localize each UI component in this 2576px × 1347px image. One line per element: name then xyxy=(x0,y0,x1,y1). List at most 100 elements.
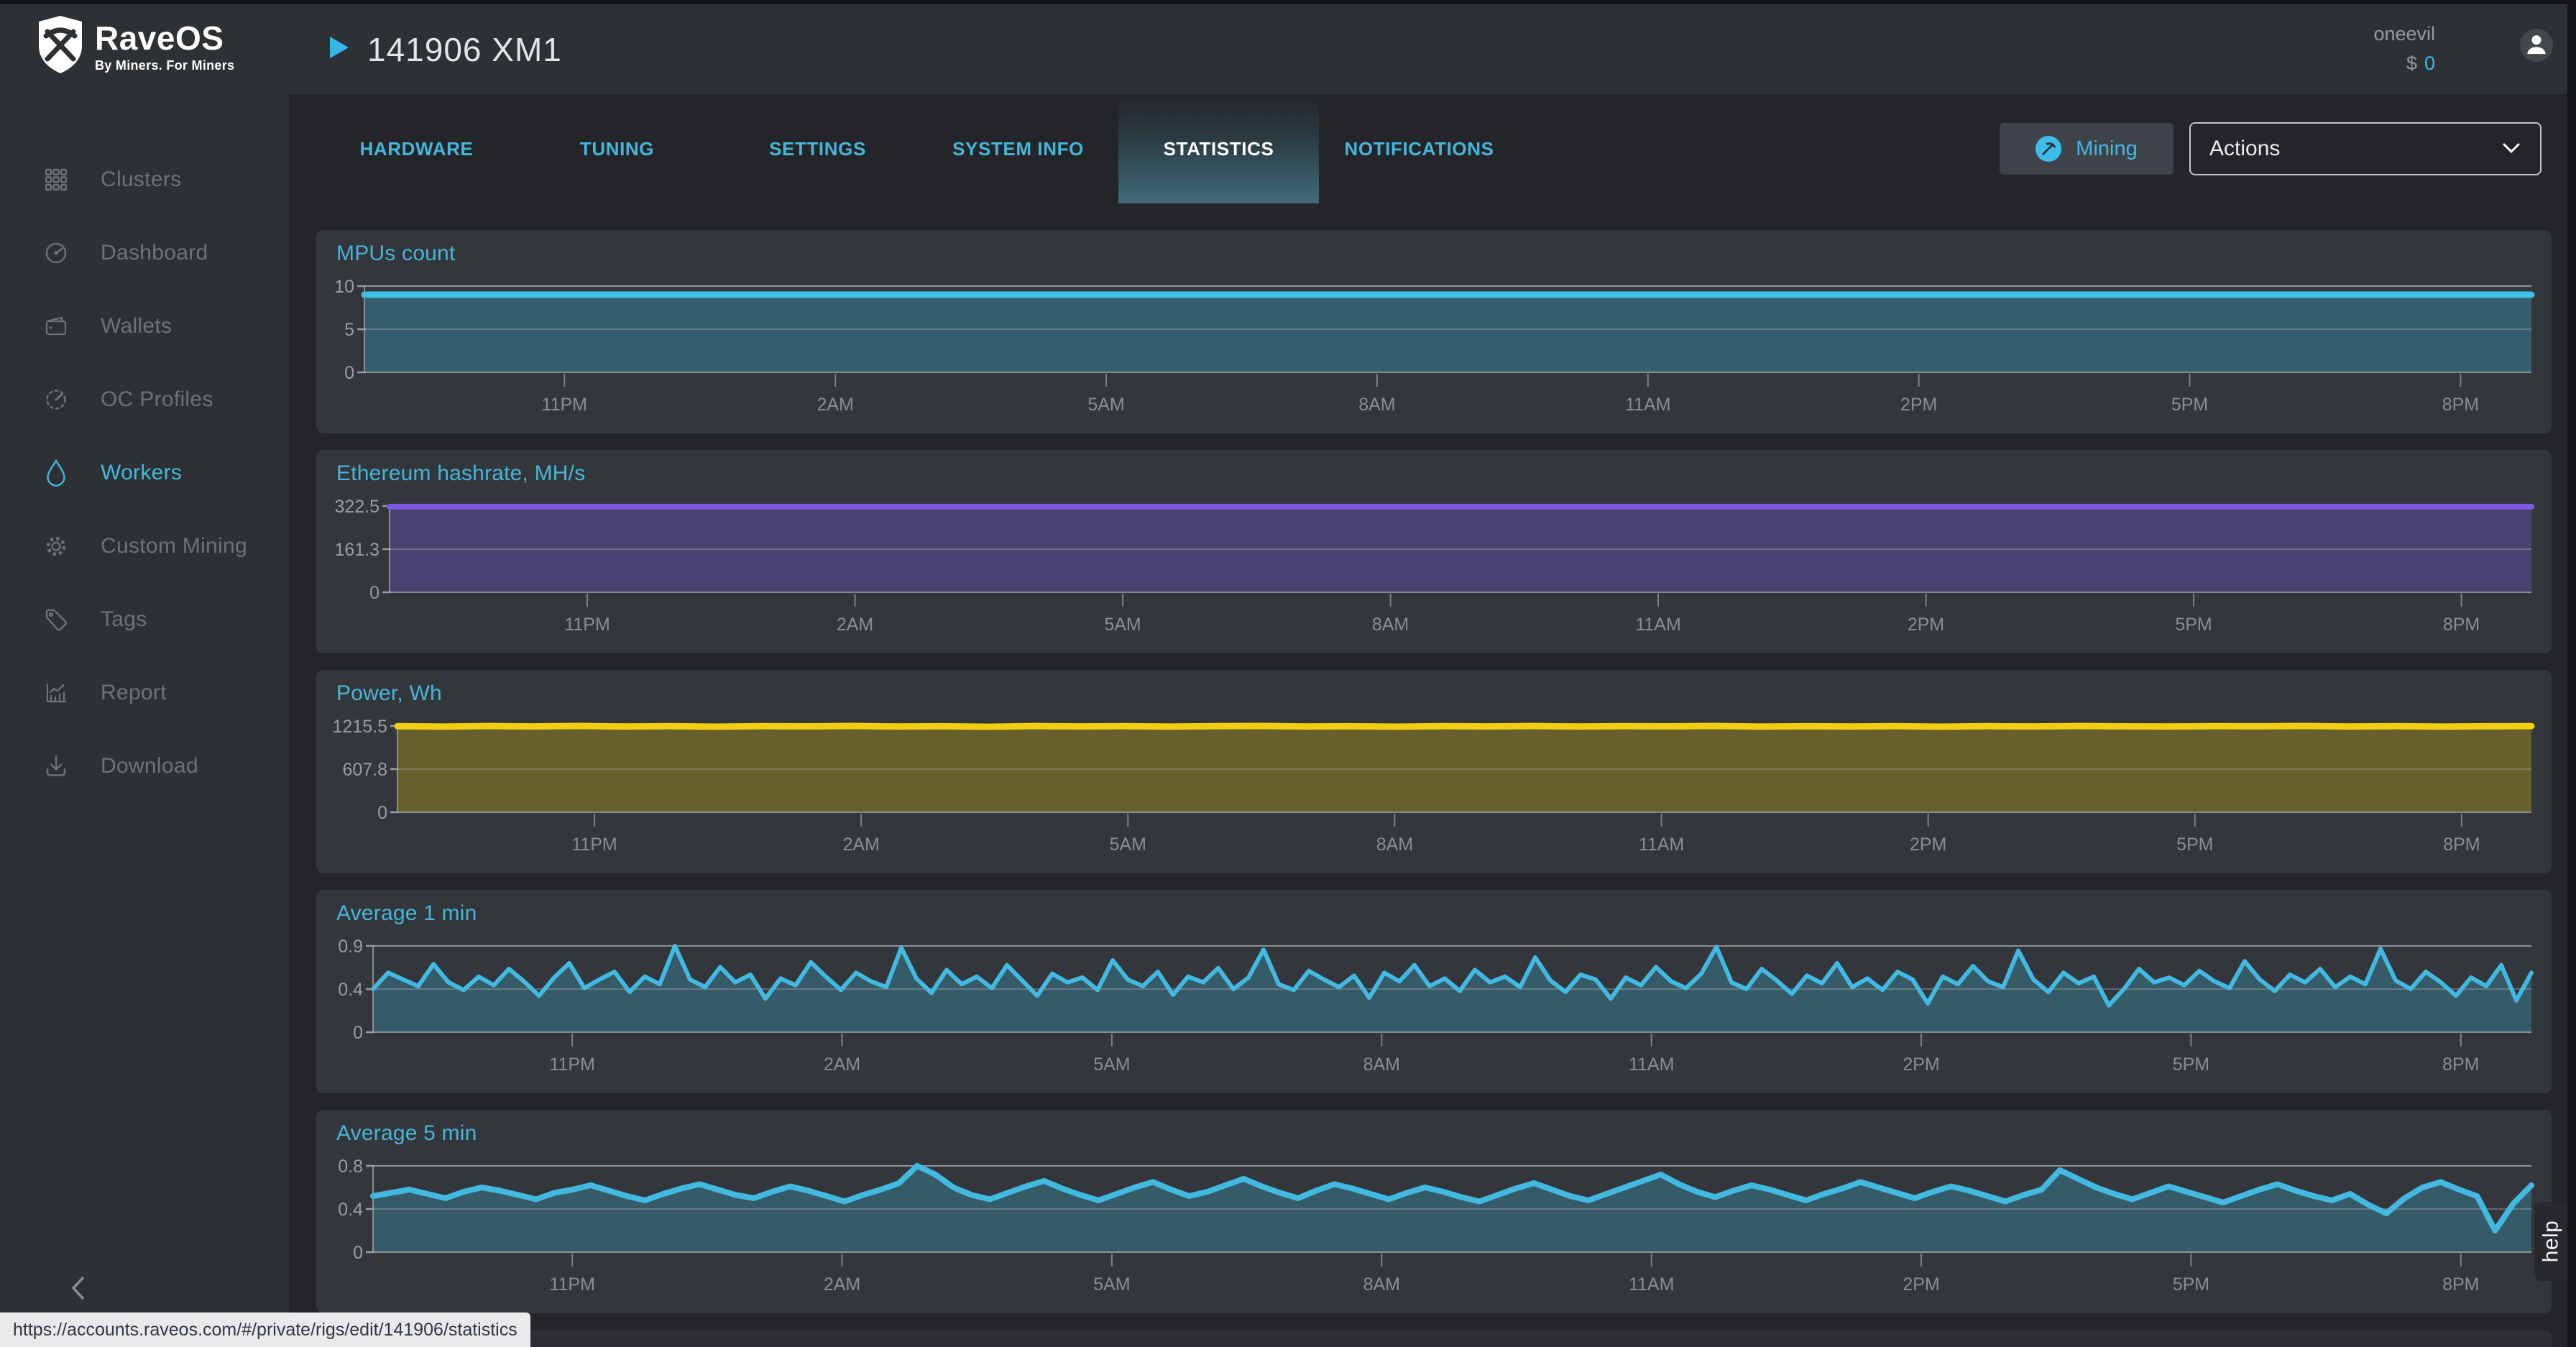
tab-bar: HARDWARE TUNING SETTINGS SYSTEM INFO STATIST… xyxy=(289,94,2567,203)
chart-plot-power-wh: 1215.5 607.8 0 11PM 2AM 5AM 8AM 11AM 2PM 5PM 8PM xyxy=(333,717,2535,855)
sidebar-item-label: Download xyxy=(101,754,198,778)
svg-text:5AM: 5AM xyxy=(1087,395,1124,415)
chart-title: Power, Wh xyxy=(336,681,442,705)
sidebar-item-workers[interactable]: Workers xyxy=(0,436,289,510)
svg-text:2AM: 2AM xyxy=(842,835,879,855)
raveos-app: RaveOS By Miners. For Miners 141906 XM1 … xyxy=(0,0,2576,1347)
svg-text:8PM: 8PM xyxy=(2443,835,2480,855)
svg-text:5PM: 5PM xyxy=(2171,395,2208,415)
charts-container: MPUs count 10 5 0 11PM 2AM 5AM 8AM 11AM 2PM 5PM 8PM… xyxy=(316,230,2552,1347)
svg-text:11AM: 11AM xyxy=(1629,1274,1674,1295)
sidebar-item-oc-profiles[interactable]: OC Profiles xyxy=(0,363,289,436)
tab-system-info[interactable]: SYSTEM INFO xyxy=(918,94,1118,203)
svg-text:8PM: 8PM xyxy=(2442,1274,2479,1295)
svg-text:5PM: 5PM xyxy=(2176,835,2213,855)
svg-text:2AM: 2AM xyxy=(824,1054,860,1075)
svg-text:8PM: 8PM xyxy=(2442,395,2479,415)
sidebar-item-label: Report xyxy=(101,681,167,704)
chart-panel-partial xyxy=(316,1330,2552,1347)
help-tab[interactable]: help xyxy=(2534,1202,2567,1281)
username: oneevil xyxy=(2373,23,2435,45)
chart-panel-average-5-min: Average 5 min 0.8 0.4 0 11PM 2AM 5AM 8AM 11AM 2PM… xyxy=(316,1110,2552,1313)
user-info[interactable]: oneevil $0 xyxy=(2373,23,2435,75)
svg-text:5AM: 5AM xyxy=(1093,1274,1130,1295)
main-content: HARDWARE TUNING SETTINGS SYSTEM INFO STATIST… xyxy=(289,94,2567,1347)
sidebar-item-dashboard[interactable]: Dashboard xyxy=(0,216,289,290)
svg-text:11PM: 11PM xyxy=(549,1054,594,1075)
tag-icon xyxy=(42,606,70,633)
svg-text:10: 10 xyxy=(334,277,354,297)
gauge-icon xyxy=(42,386,70,413)
chart-panel-mpus-count: MPUs count 10 5 0 11PM 2AM 5AM 8AM 11AM 2PM 5PM 8PM xyxy=(316,230,2552,433)
chevron-left-icon xyxy=(67,1274,88,1306)
svg-text:0.8: 0.8 xyxy=(338,1157,363,1177)
svg-text:5AM: 5AM xyxy=(1110,835,1146,855)
tab-statistics[interactable]: STATISTICS xyxy=(1118,94,1319,203)
svg-text:11PM: 11PM xyxy=(571,835,617,855)
svg-text:8AM: 8AM xyxy=(1372,615,1409,635)
worker-title: 141906 XM1 xyxy=(330,4,562,94)
status-url-tooltip: https://accounts.raveos.com/#/private/ri… xyxy=(0,1312,530,1347)
tab-settings[interactable]: SETTINGS xyxy=(717,94,918,203)
sidebar-item-wallets[interactable]: Wallets xyxy=(0,290,289,363)
chart-panel-ethereum-hashrate-mh-s: Ethereum hashrate, MH/s 322.5 161.3 0 11PM 2A… xyxy=(316,450,2552,653)
svg-text:5AM: 5AM xyxy=(1093,1054,1130,1075)
play-icon xyxy=(330,37,349,62)
svg-text:0: 0 xyxy=(344,363,354,383)
svg-text:2AM: 2AM xyxy=(824,1274,860,1295)
dashboard-icon xyxy=(42,239,70,267)
svg-text:2PM: 2PM xyxy=(1908,615,1944,635)
logo-text: RaveOS By Miners. For Miners xyxy=(95,20,234,73)
svg-text:8PM: 8PM xyxy=(2443,615,2480,635)
svg-text:0: 0 xyxy=(377,803,387,823)
brand-tagline: By Miners. For Miners xyxy=(95,58,235,73)
tab-tuning[interactable]: TUNING xyxy=(517,94,717,203)
sidebar-item-report[interactable]: Report xyxy=(0,656,289,730)
mining-status-button[interactable]: Mining xyxy=(2000,123,2174,175)
actions-label: Actions xyxy=(2209,137,2281,160)
raveos-logo[interactable]: RaveOS By Miners. For Miners xyxy=(36,14,234,78)
tab-notifications[interactable]: NOTIFICATIONS xyxy=(1319,94,1519,203)
mining-label: Mining xyxy=(2076,137,2138,160)
drop-icon xyxy=(42,459,70,487)
sidebar: Clusters Dashboard Wallets OC Profiles Worke… xyxy=(0,94,289,1347)
svg-text:11AM: 11AM xyxy=(1635,615,1680,635)
user-avatar[interactable] xyxy=(2520,29,2553,62)
svg-text:11PM: 11PM xyxy=(542,395,587,415)
sidebar-item-label: Dashboard xyxy=(101,241,208,265)
sidebar-item-download[interactable]: Download xyxy=(0,730,289,803)
svg-text:0: 0 xyxy=(369,583,380,603)
gear-icon xyxy=(42,533,70,560)
person-icon xyxy=(2524,32,2549,60)
svg-text:607.8: 607.8 xyxy=(342,760,387,780)
download-icon xyxy=(42,753,70,780)
chart-plot-ethereum-hashrate-mh-s: 322.5 161.3 0 11PM 2AM 5AM 8AM 11AM 2PM 5PM 8PM xyxy=(334,497,2534,635)
svg-text:11AM: 11AM xyxy=(1629,1054,1674,1075)
brand-name: RaveOS xyxy=(95,19,224,57)
svg-text:5: 5 xyxy=(344,320,354,340)
help-label: help xyxy=(2539,1220,2562,1263)
actions-dropdown[interactable]: Actions xyxy=(2189,122,2542,175)
sidebar-item-label: Tags xyxy=(101,607,147,631)
balance: $0 xyxy=(2373,52,2435,75)
sidebar-collapse-button[interactable] xyxy=(62,1274,93,1305)
svg-text:8AM: 8AM xyxy=(1363,1274,1400,1295)
sidebar-item-custom-mining[interactable]: Custom Mining xyxy=(0,510,289,583)
tab-hardware[interactable]: HARDWARE xyxy=(316,94,517,203)
chart-panel-power-wh: Power, Wh 1215.5 607.8 0 11PM 2AM 5AM 8AM 11AM 2P… xyxy=(316,670,2552,873)
svg-text:2PM: 2PM xyxy=(1910,835,1946,855)
svg-text:0.4: 0.4 xyxy=(338,1200,363,1220)
balance-currency: $ xyxy=(2406,52,2417,74)
sidebar-item-clusters[interactable]: Clusters xyxy=(0,143,289,216)
svg-text:322.5: 322.5 xyxy=(334,497,380,517)
sidebar-item-label: Wallets xyxy=(101,314,172,338)
svg-text:11AM: 11AM xyxy=(1625,395,1670,415)
toolbar: Mining Actions xyxy=(2000,94,2567,203)
svg-text:8AM: 8AM xyxy=(1358,395,1395,415)
svg-text:2PM: 2PM xyxy=(1903,1054,1939,1075)
vertical-scrollbar[interactable] xyxy=(2567,0,2576,1347)
svg-text:0.4: 0.4 xyxy=(338,980,363,1000)
chart-plot-mpus-count: 10 5 0 11PM 2AM 5AM 8AM 11AM 2PM 5PM 8PM xyxy=(334,277,2535,415)
sidebar-item-tags[interactable]: Tags xyxy=(0,583,289,656)
chart-title: Average 5 min xyxy=(336,1121,477,1145)
